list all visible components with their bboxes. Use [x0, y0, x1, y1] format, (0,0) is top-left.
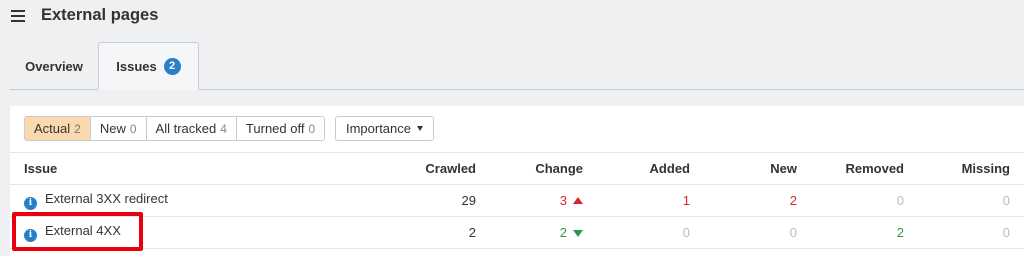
tab-overview-label: Overview: [25, 58, 83, 74]
change-value: 2: [559, 225, 567, 240]
issues-count-badge: 2: [163, 57, 181, 75]
column-header-issue[interactable]: Issue: [10, 152, 390, 185]
column-header-crawled[interactable]: Crawled: [390, 152, 490, 185]
filter-actual-button[interactable]: Actual 2: [25, 117, 91, 140]
removed-cell: 0: [811, 184, 918, 217]
filter-count: 0: [308, 121, 316, 136]
issues-panel: Actual 2 New 0 All tracked 4 Turned off …: [10, 106, 1024, 256]
crawled-cell: 29: [390, 184, 490, 217]
filter-new-button[interactable]: New 0: [90, 117, 147, 140]
table-row[interactable]: i External 3XX redirect 29 3 1 2 0 0: [10, 184, 1024, 217]
missing-cell: 0: [918, 184, 1024, 217]
change-value: 3: [559, 193, 567, 208]
arrow-down-icon: [573, 230, 583, 237]
filter-all-tracked-button[interactable]: All tracked 4: [146, 117, 237, 140]
column-header-new[interactable]: New: [704, 152, 811, 185]
issue-cell[interactable]: i External 4XX: [10, 216, 390, 249]
new-cell: 0: [704, 216, 811, 249]
page-title: External pages: [41, 6, 159, 24]
filter-label: New: [99, 121, 126, 136]
page-header: External pages: [0, 0, 1024, 34]
info-icon[interactable]: i: [24, 196, 37, 210]
issues-table: Issue Crawled Change Added New Removed M…: [10, 152, 1024, 249]
arrow-up-icon: [573, 197, 583, 204]
filter-label: All tracked: [155, 121, 217, 136]
tab-issues-label: Issues: [116, 58, 157, 74]
filter-turned-off-button[interactable]: Turned off 0: [236, 117, 325, 140]
filter-count: 0: [129, 121, 137, 136]
importance-dropdown[interactable]: Importance: [335, 116, 434, 141]
new-cell[interactable]: 2: [704, 184, 811, 217]
info-icon[interactable]: i: [24, 228, 37, 242]
tab-issues[interactable]: Issues 2: [98, 42, 199, 90]
issue-name[interactable]: External 4XX: [45, 223, 121, 238]
filter-label: Actual: [34, 121, 71, 136]
missing-cell: 0: [918, 216, 1024, 249]
issue-name[interactable]: External 3XX redirect: [45, 191, 168, 206]
crawled-cell: 2: [390, 216, 490, 249]
removed-cell[interactable]: 2: [811, 216, 918, 249]
filter-count: 2: [74, 121, 81, 136]
importance-label: Importance: [345, 121, 412, 136]
column-header-change[interactable]: Change: [490, 152, 597, 185]
column-header-removed[interactable]: Removed: [811, 152, 918, 185]
table-row[interactable]: i External 4XX 2 2 0 0 2 0: [10, 216, 1024, 249]
chevron-down-icon: [417, 126, 424, 131]
filter-count: 4: [220, 121, 227, 136]
column-header-added[interactable]: Added: [597, 152, 704, 185]
filter-label: Turned off: [245, 121, 305, 136]
added-cell: 0: [597, 216, 704, 249]
menu-icon[interactable]: [11, 10, 25, 22]
filter-segmented-control: Actual 2 New 0 All tracked 4 Turned off …: [24, 116, 326, 141]
table-header-row: Issue Crawled Change Added New Removed M…: [10, 152, 1024, 185]
change-cell: 2: [490, 216, 597, 249]
issue-cell[interactable]: i External 3XX redirect: [10, 184, 390, 217]
tab-overview[interactable]: Overview: [10, 42, 98, 90]
column-header-missing[interactable]: Missing: [918, 152, 1024, 185]
added-cell[interactable]: 1: [597, 184, 704, 217]
change-cell: 3: [490, 184, 597, 217]
